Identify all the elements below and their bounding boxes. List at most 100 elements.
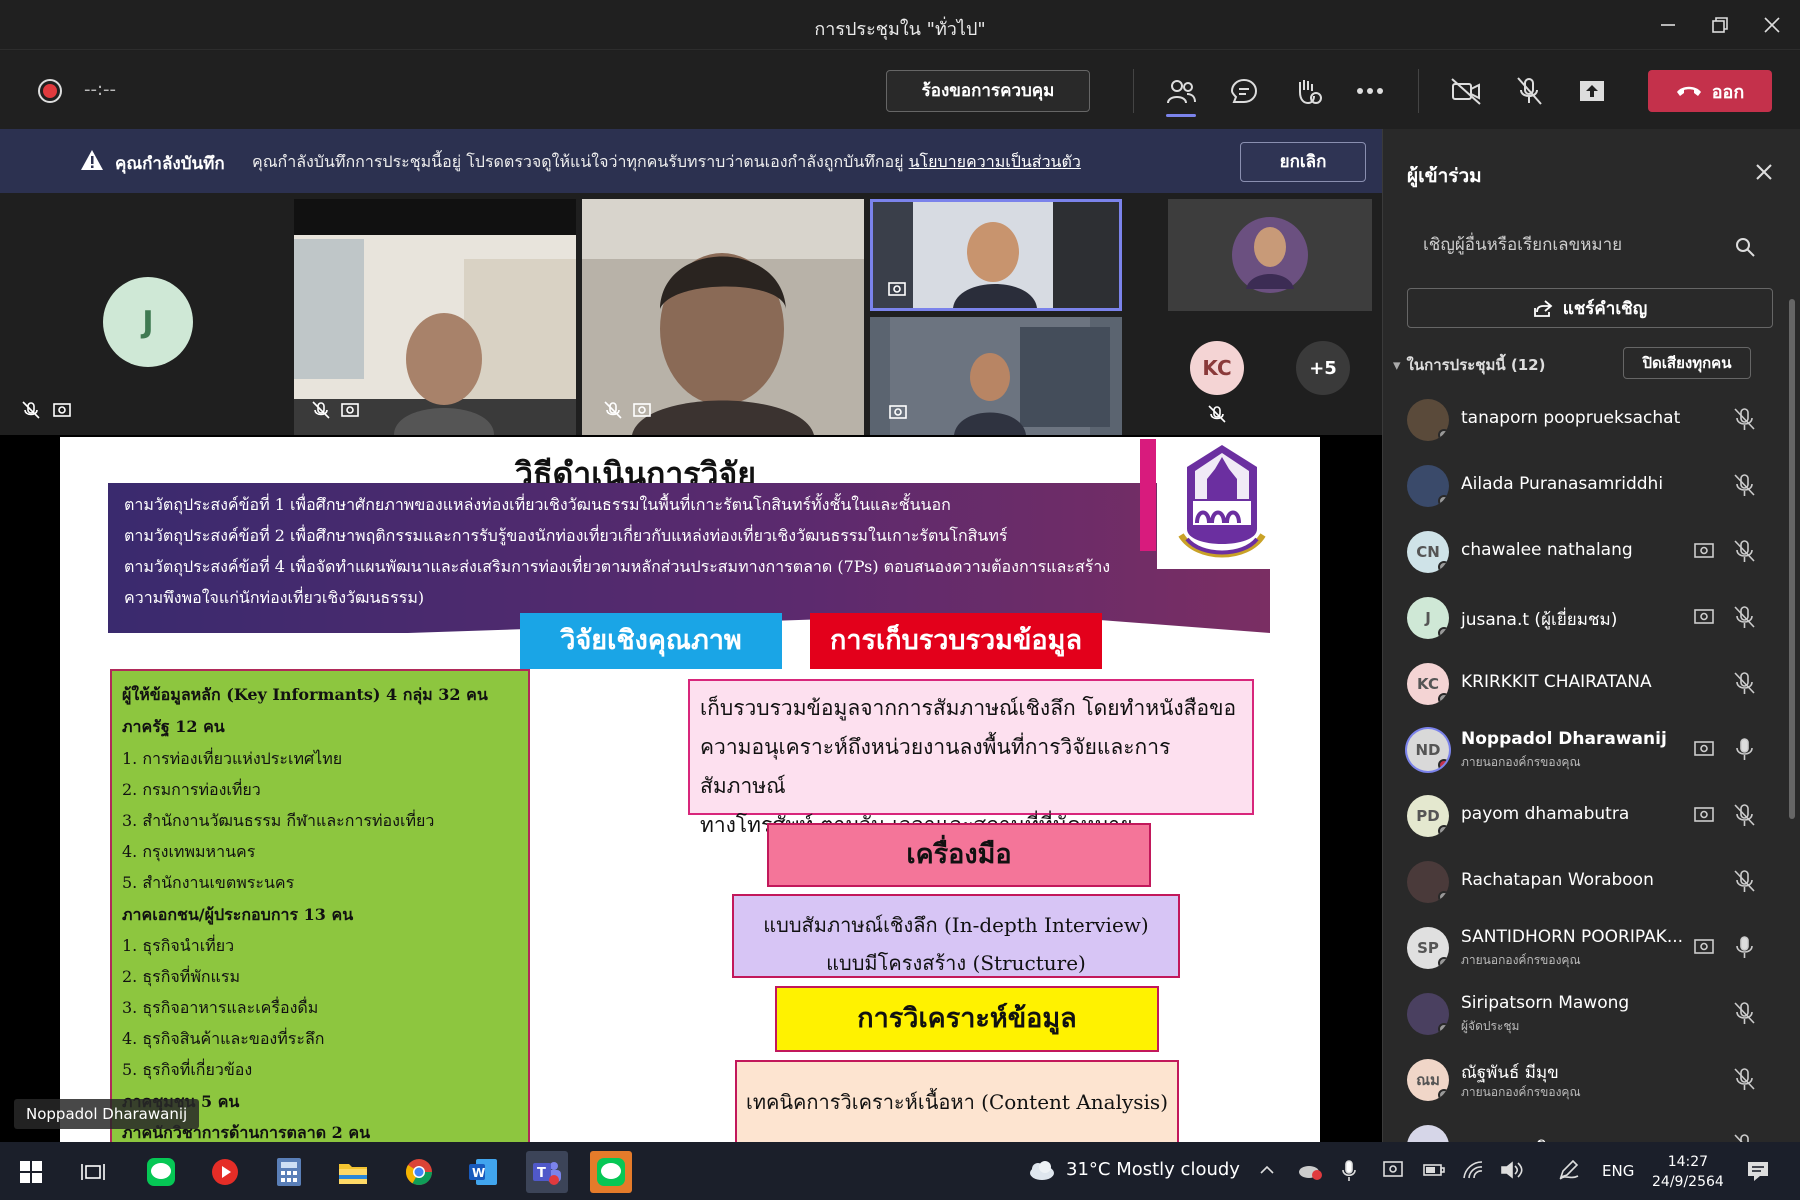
mic-off-icon[interactable] <box>1733 671 1755 699</box>
privacy-policy-link[interactable]: นโยบายความเป็นส่วนตัว <box>909 152 1081 171</box>
participant-row[interactable]: CN chawalee nathalang <box>1383 519 1800 585</box>
mic-off-icon[interactable] <box>1733 1001 1755 1029</box>
more-actions-button[interactable] <box>1347 69 1393 113</box>
taskbar-chrome[interactable] <box>398 1151 440 1193</box>
leave-button[interactable]: ออก <box>1648 70 1772 112</box>
task-view-button[interactable] <box>72 1151 114 1193</box>
close-icon <box>1756 164 1772 180</box>
stop-recording-cancel-button[interactable]: ยกเลิก <box>1240 142 1366 182</box>
participant-row[interactable]: ณม ณัฐพันธ์ มีมุข ภายนอกองค์กรของคุณ <box>1383 1047 1800 1113</box>
close-panel-button[interactable] <box>1749 157 1779 187</box>
tray-volume[interactable] <box>1500 1160 1524 1184</box>
show-chat-button[interactable] <box>1221 69 1267 113</box>
invite-search-input[interactable]: เชิญผู้อื่นหรือเรียกเลขหมาย <box>1407 227 1773 263</box>
participant-video-tile[interactable] <box>1168 199 1372 311</box>
mic-off-icon[interactable] <box>1733 605 1755 633</box>
mic-off-icon[interactable] <box>1733 1133 1755 1142</box>
shared-content-area: วิธีดำเนินการวิจัย ตามวัตถุประสงค์ข้อที่… <box>0 435 1382 1142</box>
taskbar-word[interactable]: W <box>462 1151 504 1193</box>
mic-off-icon[interactable] <box>1733 539 1755 567</box>
task-view-icon <box>81 1164 105 1180</box>
participant-row[interactable]: ND Noppadol Dharawanij ภายนอกองค์กรของคุณ <box>1383 717 1800 783</box>
taskbar-calculator-app[interactable] <box>268 1151 310 1193</box>
taskbar-line-app[interactable] <box>140 1151 182 1193</box>
analysis-heading-box: การวิเคราะห์ข้อมูล <box>775 986 1159 1052</box>
tray-battery[interactable] <box>1422 1160 1446 1184</box>
presence-status-icon <box>1438 825 1449 837</box>
mic-on-icon[interactable] <box>1733 737 1755 765</box>
informants-item: 3. สำนักงานวัฒนธรรม กีฬาและการท่องเที่ยว <box>122 811 435 830</box>
notification-center-button[interactable] <box>1746 1160 1770 1186</box>
share-screen-button[interactable] <box>1569 69 1615 113</box>
banner-message: คุณกำลังบันทึกการประชุมนี้อยู่ โปรดตรวจด… <box>252 152 904 171</box>
mic-off-icon[interactable] <box>1733 803 1755 831</box>
participant-row[interactable]: Siripatsorn Mawong ผู้จัดประชุม <box>1383 981 1800 1047</box>
in-meeting-section-toggle[interactable]: ▾ ในการประชุมนี้ (12) <box>1393 353 1545 377</box>
participant-tile-j[interactable]: J <box>0 199 292 435</box>
mic-off-icon <box>1208 405 1228 423</box>
request-control-button[interactable]: ร้องขอการควบคุม <box>886 70 1090 112</box>
mute-all-button[interactable]: ปิดเสียงทุกคน <box>1623 347 1751 379</box>
input-language[interactable]: ENG <box>1602 1162 1634 1180</box>
restore-button[interactable] <box>1700 10 1740 40</box>
participant-video-tile[interactable] <box>870 317 1122 435</box>
participant-subtitle: ภายนอกองค์กรของคุณ <box>1461 755 1581 769</box>
mic-on-icon[interactable] <box>1733 935 1755 963</box>
mic-off-icon[interactable] <box>1733 407 1755 435</box>
weather-widget[interactable]: 31°C Mostly cloudy <box>1066 1159 1240 1180</box>
search-icon[interactable] <box>1735 237 1755 261</box>
more-participants-button[interactable]: +5 <box>1296 341 1350 395</box>
participant-video-tile[interactable] <box>582 199 864 435</box>
participant-row[interactable]: Jjusana.t (ผู้เยี่ยมชม) <box>1383 585 1800 651</box>
taskbar-media-app[interactable] <box>204 1151 246 1193</box>
mic-toggle-button[interactable] <box>1506 69 1552 113</box>
active-speaker-tile[interactable] <box>870 199 1122 311</box>
tray-screen-capture[interactable] <box>1382 1160 1404 1184</box>
taskbar-file-explorer[interactable] <box>332 1151 374 1193</box>
taskbar-teams[interactable]: T <box>526 1151 568 1193</box>
tray-microphone[interactable] <box>1340 1160 1358 1186</box>
tray-overflow-button[interactable] <box>1257 1160 1277 1184</box>
mic-off-icon[interactable] <box>1733 473 1755 501</box>
mic-off-icon[interactable] <box>1733 869 1755 897</box>
teams-meeting-window: การประชุมใน "ทั่วไป" --:-- ร้องขอการควบค… <box>0 0 1800 1200</box>
reactions-button[interactable] <box>1284 69 1330 113</box>
participant-name: บงกช เดชมิตร <box>1461 1134 1567 1142</box>
volume-icon <box>1501 1161 1523 1179</box>
chat-icon <box>1230 78 1258 103</box>
participant-row[interactable]: tanaporn pooprueksachat <box>1383 387 1800 453</box>
video-feed-image <box>1168 199 1372 311</box>
participant-row[interactable]: KC KRIRKKIT CHAIRATANA <box>1383 651 1800 717</box>
taskbar-clock[interactable]: 14:27 24/9/2564 <box>1652 1152 1724 1192</box>
tray-pen[interactable] <box>1558 1159 1580 1184</box>
close-window-button[interactable] <box>1752 10 1792 40</box>
participant-subtitle: ภายนอกองค์กรของคุณ <box>1461 1085 1581 1099</box>
avatar <box>1407 861 1449 903</box>
presence-status-icon <box>1438 891 1449 903</box>
participant-row[interactable]: บดบงกช เดชมิตร <box>1383 1113 1800 1142</box>
participant-video-tile[interactable] <box>294 199 576 435</box>
avatar-kc[interactable]: KC <box>1190 341 1244 395</box>
raise-hand-icon <box>1299 80 1322 105</box>
avatar: ND <box>1407 729 1449 771</box>
qualitative-research-tag: วิจัยเชิงคุณภาพ <box>520 613 782 669</box>
mic-off-icon[interactable] <box>1733 1067 1755 1095</box>
participant-row[interactable]: Ailada Puranasamriddhi <box>1383 453 1800 519</box>
show-participants-button[interactable] <box>1158 69 1204 117</box>
camera-toggle-button[interactable] <box>1443 69 1489 113</box>
more-icon <box>1357 88 1383 94</box>
share-invite-button[interactable]: แชร์คำเชิญ <box>1407 288 1773 328</box>
taskbar-line-app-alert[interactable] <box>590 1151 632 1193</box>
tray-wifi[interactable] <box>1462 1160 1484 1184</box>
panel-scrollbar[interactable] <box>1789 299 1795 819</box>
presence-status-icon <box>1438 759 1449 771</box>
svg-text:W: W <box>472 1166 485 1180</box>
participant-row[interactable]: SP SANTIDHORN POORIPAK... ภายนอกองค์กรของค… <box>1383 915 1800 981</box>
tray-onedrive[interactable] <box>1297 1160 1323 1184</box>
cloudy-weather-icon <box>1030 1161 1054 1180</box>
presenter-name-label: Noppadol Dharawanij <box>14 1099 200 1129</box>
participant-row[interactable]: PD payom dhamabutra <box>1383 783 1800 849</box>
start-button[interactable] <box>10 1151 52 1193</box>
participant-row[interactable]: Rachatapan Woraboon <box>1383 849 1800 915</box>
minimize-button[interactable] <box>1648 10 1688 40</box>
